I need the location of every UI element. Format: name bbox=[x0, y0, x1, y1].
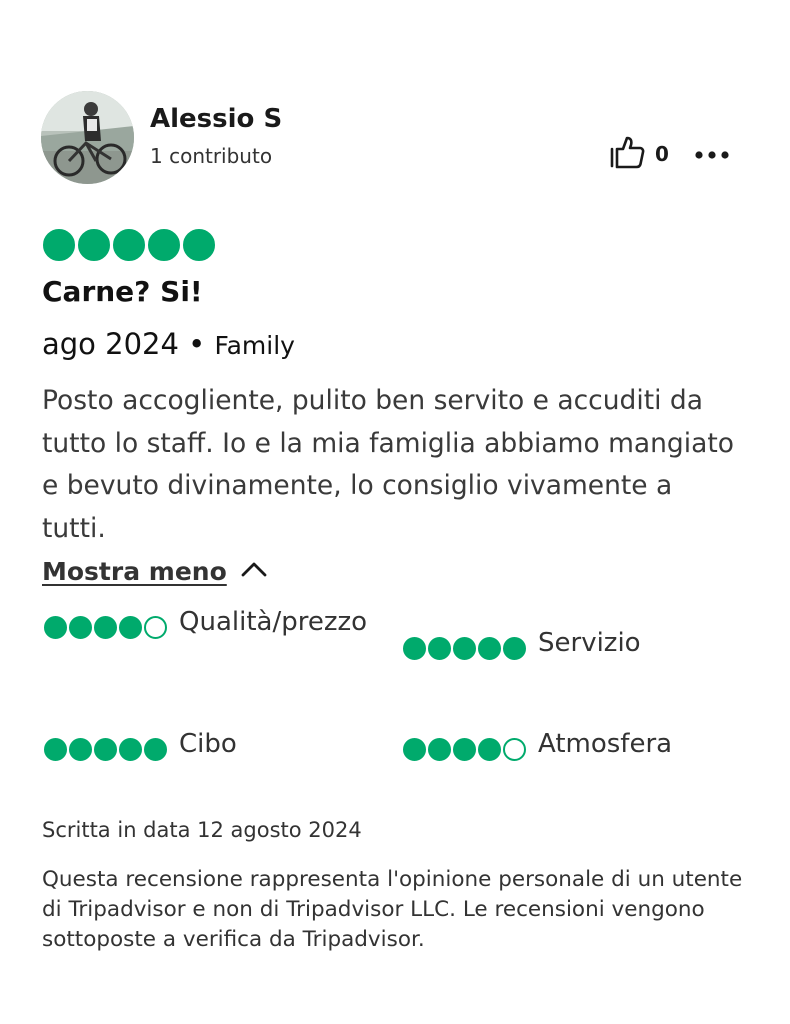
show-less-button[interactable]: Mostra meno bbox=[42, 551, 267, 591]
rating-bubble-filled bbox=[183, 229, 215, 261]
rating-bubble-filled bbox=[78, 229, 110, 261]
more-options-icon bbox=[695, 144, 729, 163]
rating-bubble-filled bbox=[43, 229, 75, 261]
meta-separator: • bbox=[188, 327, 206, 361]
author-name[interactable]: Alessio S bbox=[150, 104, 282, 134]
subrating-service: Servizio bbox=[403, 627, 641, 660]
rating-bubble-filled bbox=[428, 637, 451, 660]
rating-bubble-filled bbox=[453, 637, 476, 660]
written-date: Scritta in data 12 agosto 2024 bbox=[42, 818, 362, 842]
contribution-count: 1 contributo bbox=[150, 144, 273, 168]
subrating-service-bubbles bbox=[403, 637, 526, 660]
rating-bubble-filled bbox=[44, 616, 67, 639]
rating-bubble-filled bbox=[148, 229, 180, 261]
rating-bubble-filled bbox=[94, 738, 117, 761]
rating-bubble-filled bbox=[113, 229, 145, 261]
subrating-service-label: Servizio bbox=[538, 628, 641, 658]
rating-bubble-empty bbox=[503, 738, 526, 761]
subrating-value-label: Qualità/prezzo bbox=[179, 607, 368, 637]
show-less-label: Mostra meno bbox=[42, 556, 227, 586]
subrating-value-bubbles bbox=[44, 616, 167, 639]
trip-type: Family bbox=[214, 331, 295, 360]
rating-bubble-filled bbox=[478, 637, 501, 660]
rating-bubble-filled bbox=[428, 738, 451, 761]
rating-bubble-filled bbox=[119, 616, 142, 639]
rating-bubble-filled bbox=[119, 738, 142, 761]
subrating-atmosphere-bubbles bbox=[403, 738, 526, 761]
chevron-up-icon bbox=[241, 561, 267, 581]
rating-bubble-filled bbox=[144, 738, 167, 761]
subrating-food-label: Cibo bbox=[179, 729, 237, 759]
rating-bubble-filled bbox=[69, 738, 92, 761]
subrating-food-bubbles bbox=[44, 738, 167, 761]
thumbs-up-icon bbox=[609, 135, 645, 173]
rating-bubble-filled bbox=[478, 738, 501, 761]
review-title[interactable]: Carne? Si! bbox=[42, 275, 203, 308]
helpful-count: 0 bbox=[655, 142, 669, 166]
rating-bubble-empty bbox=[144, 616, 167, 639]
rating-bubble-filled bbox=[403, 738, 426, 761]
rating-bubble-filled bbox=[69, 616, 92, 639]
subrating-atmosphere-label: Atmosfera bbox=[538, 729, 673, 759]
rating-bubble-filled bbox=[94, 616, 117, 639]
review-text: Posto accogliente, pulito ben servito e … bbox=[42, 385, 734, 544]
rating-bubble-filled bbox=[503, 637, 526, 660]
subrating-value: Qualità/prezzo bbox=[44, 606, 384, 639]
rating-bubble-filled bbox=[403, 637, 426, 660]
avatar-photo bbox=[41, 91, 134, 184]
review-meta: ago 2024 • Family bbox=[42, 327, 295, 361]
subrating-food: Cibo bbox=[44, 728, 237, 761]
helpful-vote-button[interactable]: 0 bbox=[609, 136, 669, 172]
review-date: ago 2024 bbox=[42, 327, 179, 361]
avatar[interactable] bbox=[41, 91, 134, 184]
subrating-atmosphere: Atmosfera bbox=[403, 728, 672, 761]
review-disclaimer: Questa recensione rappresenta l'opinione… bbox=[42, 867, 743, 952]
rating-bubble-filled bbox=[453, 738, 476, 761]
review-rating bbox=[43, 229, 215, 261]
rating-bubble-filled bbox=[44, 738, 67, 761]
more-options-button[interactable] bbox=[693, 138, 731, 168]
